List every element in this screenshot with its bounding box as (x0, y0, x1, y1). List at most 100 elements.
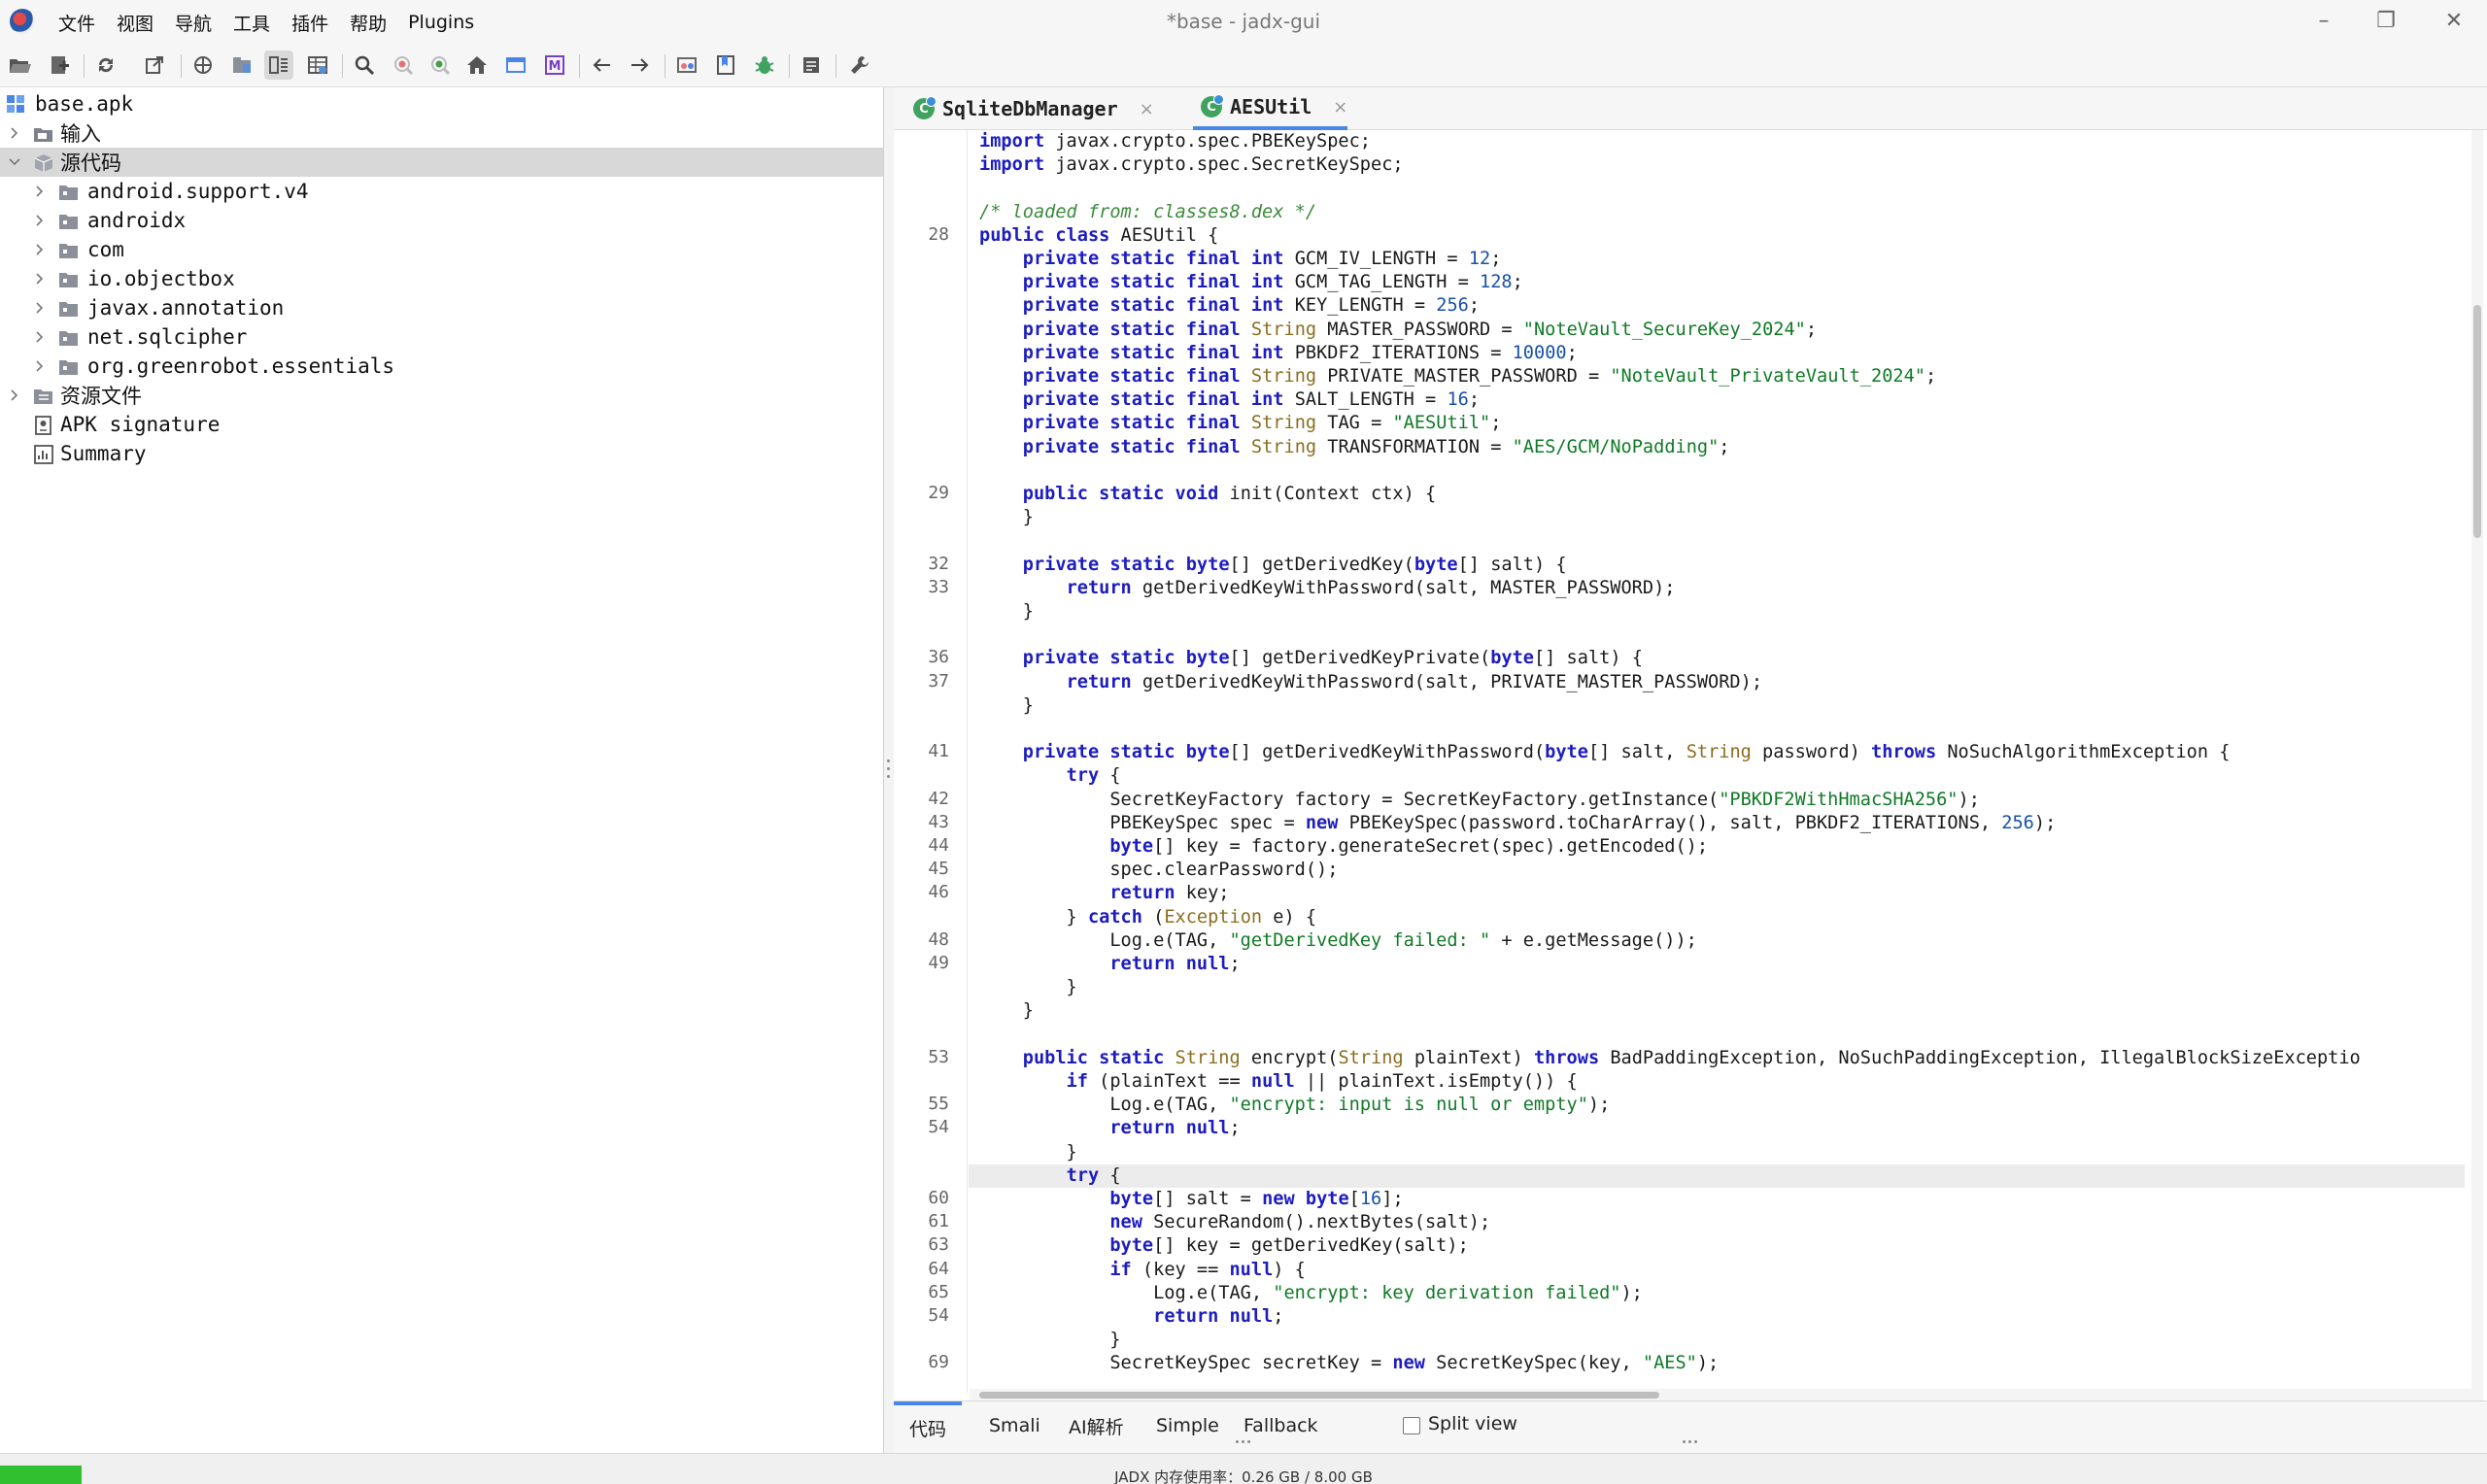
code-line[interactable]: private static final String TRANSFORMATI… (979, 436, 1730, 459)
tree-item-package[interactable]: org.greenrobot.essentials (0, 352, 883, 381)
code-line[interactable]: try { (979, 1164, 1121, 1188)
tab-close-icon[interactable]: × (1333, 97, 1347, 118)
tab-simple[interactable]: Simple (1146, 1401, 1229, 1450)
search-icon[interactable] (350, 51, 379, 80)
chevron-right-icon[interactable] (33, 301, 47, 315)
quark-icon[interactable] (672, 51, 701, 80)
open-icon[interactable] (6, 51, 35, 80)
code-line[interactable]: if (plainText == null || plainText.isEmp… (979, 1070, 1578, 1094)
preferences-icon[interactable] (845, 51, 874, 80)
code-line[interactable]: } (979, 976, 1077, 999)
code-line[interactable]: private static final int SALT_LENGTH = 1… (979, 388, 1480, 412)
close-window-button[interactable]: ✕ (2435, 6, 2473, 37)
code-line[interactable]: import javax.crypto.spec.SecretKeySpec; (979, 153, 1404, 177)
find-usage-icon[interactable] (389, 51, 418, 80)
code-line[interactable]: private static byte[] getDerivedKeyPriva… (979, 647, 1643, 670)
tree-item-resources[interactable]: 资源文件 (0, 381, 883, 410)
code-line[interactable]: public static String encrypt(String plai… (979, 1047, 2361, 1070)
chevron-right-icon[interactable] (8, 388, 21, 402)
tree-item-source[interactable]: 源代码 (0, 148, 883, 177)
tree-item-input[interactable]: 输入 (0, 118, 883, 148)
code-line[interactable]: return getDerivedKeyWithPassword(salt, P… (979, 671, 1762, 694)
sync-icon[interactable] (188, 51, 218, 80)
tree-item-package[interactable]: android.support.v4 (0, 177, 883, 206)
tree-item-package[interactable]: net.sqlcipher (0, 322, 883, 352)
code-view[interactable]: 28 29 32 33 36 37 41 42 43 44 45 46 48 49 53 55 54 60 61 63… (894, 130, 2487, 1400)
code-line[interactable]: spec.clearPassword(); (979, 859, 1338, 882)
tree-item-package[interactable]: javax.annotation (0, 293, 883, 322)
tab-ai-analysis[interactable]: AI解析 (1059, 1401, 1134, 1450)
code-line[interactable]: return null; (979, 1117, 1240, 1140)
code-line[interactable]: byte[] key = factory.generateSecret(spec… (979, 835, 1708, 859)
code-line[interactable]: } catch (Exception e) { (979, 906, 1317, 929)
text-search-icon[interactable] (426, 51, 455, 80)
split-view-label[interactable]: Split view (1428, 1400, 1517, 1448)
chevron-right-icon[interactable] (33, 185, 47, 198)
code-line[interactable]: } (979, 506, 1034, 529)
code-line[interactable]: byte[] key = getDerivedKey(salt); (979, 1234, 1468, 1258)
tree-item-package[interactable]: androidx (0, 206, 883, 235)
tab-sqlite-db-manager[interactable]: C SqliteDbManager × (913, 87, 1154, 130)
chevron-right-icon[interactable] (33, 272, 47, 286)
chevron-right-icon[interactable] (8, 126, 21, 140)
code-line[interactable]: } (979, 600, 1034, 624)
code-line[interactable]: try { (979, 764, 1121, 788)
tab-code[interactable]: 代码 (894, 1401, 963, 1450)
code-line[interactable]: Log.e(TAG, "getDerivedKey failed: " + e.… (979, 929, 1697, 953)
tree-item-apk-signature[interactable]: APK signature (0, 410, 883, 439)
flatten-packages-icon[interactable] (227, 51, 256, 80)
code-line[interactable]: return null; (979, 1305, 1283, 1329)
code-line[interactable]: PBEKeySpec spec = new PBEKeySpec(passwor… (979, 812, 2056, 835)
debug-icon[interactable] (750, 51, 779, 80)
code-line[interactable]: if (key == null) { (979, 1259, 1306, 1282)
chevron-right-icon[interactable] (33, 214, 47, 227)
code-line[interactable]: } (979, 1141, 1077, 1164)
code-line[interactable]: private static final int PBKDF2_ITERATIO… (979, 342, 1578, 365)
deobfuscation-icon[interactable] (711, 51, 740, 80)
split-view-checkbox[interactable] (1403, 1417, 1420, 1434)
vertical-scrollbar-thumb[interactable] (2473, 305, 2481, 538)
decompile-icon[interactable] (501, 51, 530, 80)
chevron-right-icon[interactable] (33, 359, 47, 373)
tree-item-summary[interactable]: Summary (0, 439, 883, 468)
tab-aesutil[interactable]: C AESUtil × (1193, 87, 1348, 130)
code-line[interactable]: private static final String PRIVATE_MAST… (979, 365, 1936, 388)
code-line[interactable]: } (979, 1329, 1120, 1352)
m-icon[interactable]: M (540, 51, 569, 80)
code-line[interactable]: public static void init(Context ctx) { (979, 483, 1436, 506)
chevron-down-icon[interactable] (8, 155, 21, 169)
add-files-icon[interactable] (45, 51, 74, 80)
code-line[interactable]: public class AESUtil { (979, 224, 1218, 248)
code-line[interactable]: return key; (979, 882, 1229, 905)
panel-splitter[interactable] (884, 87, 894, 1453)
horizontal-scrollbar[interactable] (970, 1389, 2471, 1400)
code-line[interactable]: return getDerivedKeyWithPassword(salt, M… (979, 577, 1676, 600)
code-line[interactable]: private static byte[] getDerivedKey(byte… (979, 554, 1567, 577)
horizontal-scrollbar-thumb[interactable] (979, 1392, 1659, 1399)
minimize-button[interactable]: – (2304, 6, 2343, 37)
chevron-right-icon[interactable] (33, 330, 47, 344)
code-line[interactable]: private static final int GCM_TAG_LENGTH … (979, 271, 1523, 294)
forward-icon[interactable] (626, 51, 655, 80)
tree-item-package[interactable]: com (0, 235, 883, 264)
vertical-scrollbar[interactable] (2471, 130, 2483, 1400)
code-line[interactable]: private static byte[] getDerivedKeyWithP… (979, 741, 2231, 764)
code-line[interactable]: } (979, 999, 1034, 1023)
chevron-right-icon[interactable] (33, 243, 47, 256)
code-line[interactable]: Log.e(TAG, "encrypt: input is null or em… (979, 1094, 1610, 1117)
tab-close-icon[interactable]: × (1140, 99, 1154, 119)
maximize-button[interactable]: ❐ (2367, 6, 2405, 37)
table-view-icon[interactable] (303, 51, 332, 80)
tree-root[interactable]: base.apk (0, 89, 883, 118)
export-icon[interactable] (140, 51, 169, 80)
log-icon[interactable] (797, 51, 826, 80)
code-line[interactable]: private static final int GCM_IV_LENGTH =… (979, 248, 1502, 271)
code-line[interactable]: new SecureRandom().nextBytes(salt); (979, 1211, 1490, 1234)
home-icon[interactable] (462, 51, 492, 80)
code-view-icon[interactable] (264, 51, 293, 80)
code-line[interactable]: Log.e(TAG, "encrypt: key derivation fail… (979, 1282, 1643, 1305)
code-line[interactable]: private static final String MASTER_PASSW… (979, 319, 1817, 342)
code-line[interactable]: import javax.crypto.spec.PBEKeySpec; (979, 130, 1371, 153)
code-line[interactable]: private static final String TAG = "AESUt… (979, 412, 1502, 435)
code-line[interactable]: } (979, 694, 1034, 718)
